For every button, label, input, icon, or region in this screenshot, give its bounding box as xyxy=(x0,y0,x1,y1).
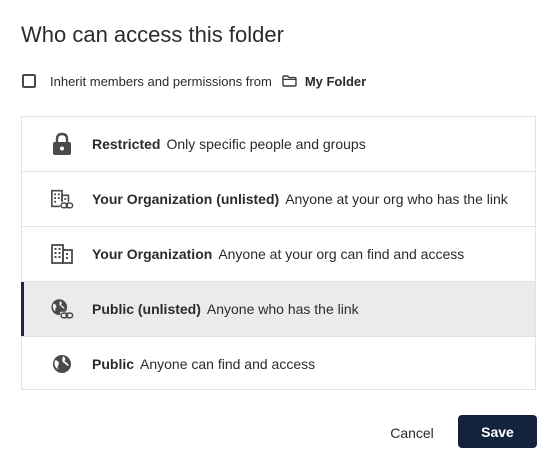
building-link-icon xyxy=(50,187,74,211)
globe-icon xyxy=(50,352,74,376)
option-name: Restricted xyxy=(92,136,161,152)
option-text: Public (unlisted) Anyone who has the link xyxy=(92,301,359,317)
dialog-title: Who can access this folder xyxy=(21,22,284,47)
inherit-checkbox[interactable] xyxy=(22,74,36,88)
option-public[interactable]: Public Anyone can find and access xyxy=(22,337,535,390)
folder-name: My Folder xyxy=(304,73,367,89)
save-button[interactable]: Save xyxy=(458,415,537,448)
option-restricted[interactable]: Restricted Only specific people and group… xyxy=(22,117,535,172)
option-public-unlisted[interactable]: Public (unlisted) Anyone who has the link xyxy=(21,282,535,337)
option-name: Your Organization (unlisted) xyxy=(92,191,280,207)
inherit-row: Inherit members and permissions from My … xyxy=(22,72,366,90)
building-icon xyxy=(50,242,74,266)
cancel-button[interactable]: Cancel xyxy=(380,418,444,448)
option-text: Restricted Only specific people and group… xyxy=(92,136,366,152)
globe-link-icon xyxy=(50,297,74,321)
option-description: Anyone can find and access xyxy=(140,355,316,372)
option-name: Public xyxy=(92,355,135,372)
option-text: Your Organization Anyone at your org can … xyxy=(92,246,464,262)
access-options-list: Restricted Only specific people and group… xyxy=(21,116,536,390)
option-description: Only specific people and groups xyxy=(166,136,366,152)
folder-icon xyxy=(282,75,297,87)
option-text: Your Organization (unlisted) Anyone at yo… xyxy=(92,191,508,207)
option-organization-unlisted[interactable]: Your Organization (unlisted) Anyone at yo… xyxy=(22,172,535,227)
option-organization[interactable]: Your Organization Anyone at your org can … xyxy=(22,227,535,282)
option-description: Anyone at your org who has the link xyxy=(285,191,508,207)
inherit-label: Inherit members and permissions from xyxy=(50,73,272,89)
lock-icon xyxy=(50,132,74,156)
option-name: Your Organization xyxy=(92,246,213,262)
access-dialog: Who can access this folder Inherit membe… xyxy=(0,0,557,476)
option-name: Public (unlisted) xyxy=(92,301,201,317)
option-description: Anyone who has the link xyxy=(206,301,359,317)
option-description: Anyone at your org can find and access xyxy=(218,246,465,262)
option-text: Public Anyone can find and access xyxy=(92,356,315,372)
